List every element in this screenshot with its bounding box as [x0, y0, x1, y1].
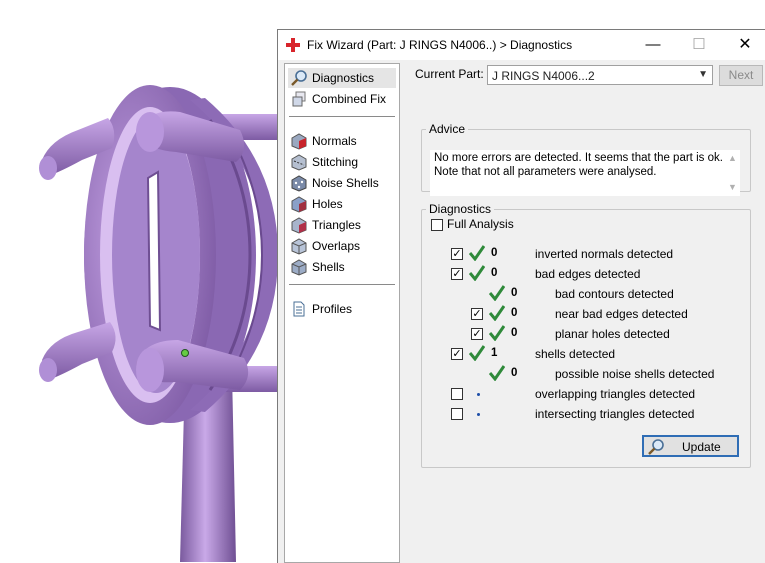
- cube-normals-icon: [291, 133, 307, 150]
- cube-triangles-icon: [291, 217, 307, 234]
- advice-text-area[interactable]: No more errors are detected. It seems th…: [430, 150, 740, 196]
- overlapping-triangles-label: overlapping triangles detected: [535, 387, 696, 401]
- current-part-select[interactable]: J RINGS N4006...2 ▼: [487, 65, 713, 85]
- planar-holes-checkbox[interactable]: ✓: [471, 328, 483, 340]
- pending-dot-icon: [477, 393, 480, 396]
- scroll-up-icon[interactable]: ▲: [728, 153, 737, 163]
- bad-edges-label: bad edges detected: [535, 267, 641, 281]
- near-bad-edges-checkbox[interactable]: ✓: [471, 308, 483, 320]
- green-check-icon: [489, 285, 505, 301]
- full-analysis-label: Full Analysis: [447, 217, 514, 231]
- noise-shells-count: 0: [511, 367, 518, 379]
- green-check-icon: [489, 325, 505, 341]
- advice-text-line: No more errors are detected. It seems th…: [434, 152, 723, 164]
- green-check-icon: [469, 245, 485, 261]
- window-title: Fix Wizard (Part: J RINGS N4006..) > Dia…: [307, 38, 573, 52]
- red-cross-icon: [286, 38, 300, 52]
- nav-item-shells[interactable]: Shells: [288, 257, 396, 277]
- bad-contours-label: bad contours detected: [555, 287, 674, 301]
- inverted-normals-label: inverted normals detected: [535, 247, 674, 261]
- close-button[interactable]: ✕: [722, 30, 765, 60]
- bad-contours-count: 0: [511, 287, 518, 299]
- nav-item-profiles[interactable]: Profiles: [288, 299, 396, 319]
- 3d-viewport[interactable]: [0, 0, 278, 562]
- update-button[interactable]: Update: [642, 435, 739, 457]
- green-check-icon: [469, 345, 485, 361]
- nav-item-diagnostics[interactable]: Diagnostics: [288, 68, 396, 88]
- planar-holes-label: planar holes detected: [555, 327, 670, 341]
- cube-stack-icon: [292, 91, 306, 107]
- near-bad-edges-label: near bad edges detected: [555, 307, 688, 321]
- shells-count: 1: [491, 347, 498, 359]
- bad-edges-checkbox[interactable]: ✓: [451, 268, 463, 280]
- magnifier-icon: [291, 70, 307, 86]
- chevron-down-icon: ▼: [698, 69, 708, 80]
- overlapping-triangles-checkbox[interactable]: [451, 388, 463, 400]
- shells-checkbox[interactable]: ✓: [451, 348, 463, 360]
- advice-group: Advice No more errors are detected. It s…: [421, 122, 751, 196]
- bad-edges-count: 0: [491, 267, 498, 279]
- minimize-button[interactable]: —: [630, 30, 676, 60]
- current-part-label: Current Part:: [415, 67, 484, 81]
- shells-label: shells detected: [535, 347, 616, 361]
- wizard-nav-panel: Diagnostics Combined Fix Normals Stitchi…: [284, 63, 400, 563]
- advice-text-line: Note that not all parameters were analys…: [434, 166, 657, 178]
- intersecting-triangles-checkbox[interactable]: [451, 408, 463, 420]
- cube-shells-icon: [291, 259, 307, 276]
- nav-item-holes[interactable]: Holes: [288, 194, 396, 214]
- nav-item-normals[interactable]: Normals: [288, 131, 396, 151]
- diagnostics-legend: Diagnostics: [429, 202, 492, 216]
- planar-holes-count: 0: [511, 327, 518, 339]
- green-check-icon: [469, 265, 485, 281]
- fix-wizard-dialog: Fix Wizard (Part: J RINGS N4006..) > Dia…: [277, 29, 765, 563]
- pending-dot-icon: [477, 413, 480, 416]
- nav-item-triangles[interactable]: Triangles: [288, 215, 396, 235]
- full-analysis-checkbox[interactable]: [431, 219, 443, 231]
- scroll-down-icon[interactable]: ▼: [728, 182, 737, 192]
- intersecting-triangles-label: intersecting triangles detected: [535, 407, 695, 421]
- maximize-button[interactable]: ☐: [676, 30, 722, 60]
- cube-stitch-icon: [291, 154, 307, 171]
- noise-shells-label: possible noise shells detected: [555, 367, 715, 381]
- nav-separator: [289, 284, 395, 285]
- magnifier-icon: [648, 439, 664, 455]
- nav-item-overlaps[interactable]: Overlaps: [288, 236, 396, 256]
- advice-scrollbar[interactable]: ▲ ▼: [724, 150, 740, 196]
- nav-item-combined-fix[interactable]: Combined Fix: [288, 89, 396, 109]
- cube-overlaps-icon: [291, 238, 307, 255]
- green-check-icon: [489, 365, 505, 381]
- document-icon: [293, 301, 305, 317]
- inverted-normals-checkbox[interactable]: ✓: [451, 248, 463, 260]
- cube-holes-icon: [291, 196, 307, 213]
- nav-item-stitching[interactable]: Stitching: [288, 152, 396, 172]
- title-bar[interactable]: Fix Wizard (Part: J RINGS N4006..) > Dia…: [278, 30, 765, 60]
- current-part-value: J RINGS N4006...2: [492, 69, 595, 83]
- inverted-normals-count: 0: [491, 247, 498, 259]
- near-bad-edges-count: 0: [511, 307, 518, 319]
- nav-item-noise-shells[interactable]: Noise Shells: [288, 173, 396, 193]
- noise-dice-icon: [291, 175, 307, 192]
- green-check-icon: [489, 305, 505, 321]
- next-button[interactable]: Next: [719, 65, 763, 86]
- ring-model: [39, 85, 278, 562]
- advice-legend: Advice: [429, 122, 466, 136]
- nav-separator: [289, 116, 395, 117]
